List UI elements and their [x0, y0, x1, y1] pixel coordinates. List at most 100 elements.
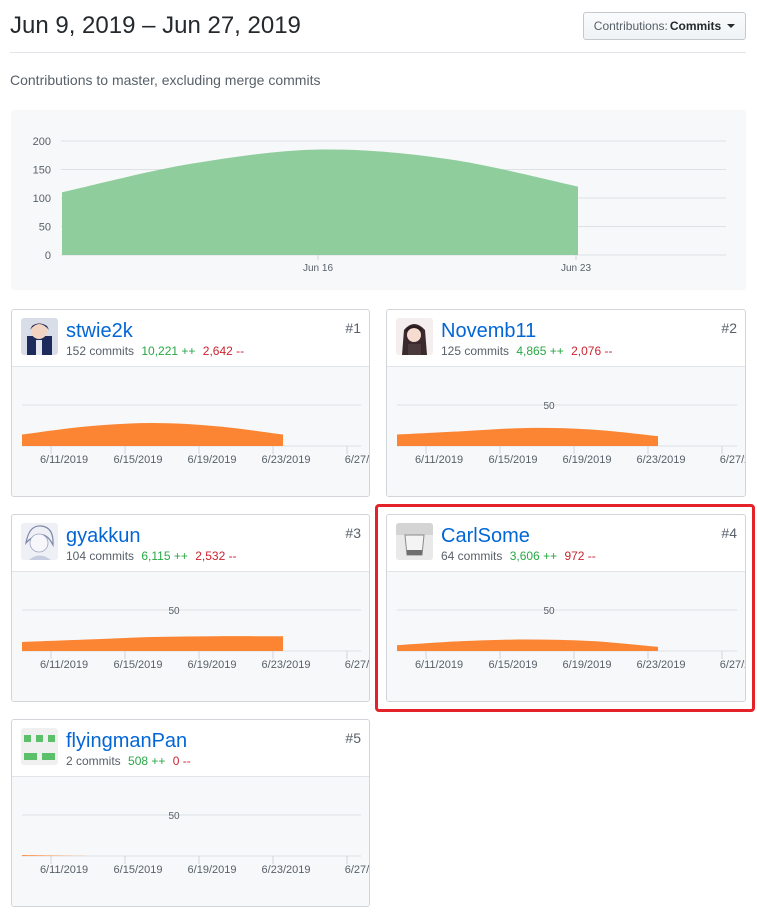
x-tick-label: 6/11/2019 [40, 454, 88, 466]
deletions-count: 972 -- [564, 549, 596, 563]
x-tick-label: 6/23/2019 [262, 659, 311, 671]
dropdown-prefix: Contributions: [593, 19, 668, 33]
contributor-area-series [397, 639, 658, 651]
card-header: flyingmanPan 2 commits 508 ++ 0 -- #5 [12, 720, 369, 777]
x-tick-label: 6/11/2019 [415, 454, 463, 466]
x-tick-label: 6/19/2019 [188, 454, 237, 466]
contributor-rank: #3 [345, 525, 361, 541]
contributor-rank: #1 [345, 320, 361, 336]
contributor-name-link[interactable]: flyingmanPan [66, 730, 187, 753]
commit-count: 104 commits [66, 549, 135, 563]
contributor-card-flyingmanpan: flyingmanPan 2 commits 508 ++ 0 -- #5 50… [11, 719, 370, 907]
contributor-card-novemb11: Novemb11 125 commits 4,865 ++ 2,076 -- #… [386, 309, 746, 497]
contributor-area-series [22, 423, 283, 446]
x-tick-label: 6/19/2019 [563, 454, 612, 466]
contributor-card-carlsome: CarlSome 64 commits 3,606 ++ 972 -- #4 5… [386, 514, 746, 702]
x-tick-label: 6/27/2 [345, 864, 370, 876]
x-tick-label: 6/27/2 [345, 454, 370, 466]
x-tick-label: 6/11/2019 [40, 659, 88, 671]
header-divider [10, 52, 746, 53]
deletions-count: 2,076 -- [571, 344, 613, 358]
contributor-stats: 125 commits 4,865 ++ 2,076 -- [441, 344, 612, 358]
card-header: CarlSome 64 commits 3,606 ++ 972 -- #4 [387, 515, 745, 572]
x-tick-label: 6/23/2019 [262, 864, 311, 876]
additions-count: 4,865 ++ [516, 344, 564, 358]
contributor-rank: #2 [721, 320, 737, 336]
x-tick-label: 6/27/2 [345, 659, 370, 671]
y-tick-label: 50 [543, 606, 555, 617]
anime-character-avatar-icon[interactable] [21, 318, 58, 355]
contributor-rank: #4 [721, 525, 737, 541]
contributor-stats: 152 commits 10,221 ++ 2,642 -- [66, 344, 244, 358]
contributor-stats: 64 commits 3,606 ++ 972 -- [441, 549, 596, 563]
additions-count: 10,221 ++ [141, 344, 196, 358]
contributor-card-stwie2k: stwie2k 152 commits 10,221 ++ 2,642 -- #… [11, 309, 370, 497]
x-tick-label: 6/15/2019 [489, 454, 538, 466]
x-tick-label: 6/15/2019 [489, 659, 538, 671]
x-tick-label: 6/11/2019 [40, 864, 88, 876]
y-tick-label: 50 [543, 401, 555, 412]
card-header: stwie2k 152 commits 10,221 ++ 2,642 -- #… [12, 310, 369, 367]
x-tick-label: Jun 23 [561, 263, 591, 274]
deletions-count: 2,532 -- [195, 549, 237, 563]
y-tick-label: 50 [168, 606, 180, 617]
y-tick-label: 100 [33, 193, 51, 205]
anime-girl-avatar-icon[interactable] [396, 318, 433, 355]
additions-count: 508 ++ [128, 754, 166, 768]
y-tick-label: 50 [168, 811, 180, 822]
caret-down-icon [727, 24, 736, 28]
glass-avatar-icon[interactable] [396, 523, 433, 560]
x-tick-label: 6/19/2019 [188, 659, 237, 671]
x-tick-label: 6/15/2019 [114, 864, 163, 876]
y-tick-label: 50 [39, 222, 51, 234]
contributor-stats: 2 commits 508 ++ 0 -- [66, 754, 191, 768]
commit-count: 152 commits [66, 344, 135, 358]
contributor-name-link[interactable]: Novemb11 [441, 320, 536, 343]
identicon-avatar-icon[interactable] [21, 728, 58, 765]
x-tick-label: 6/23/2019 [637, 659, 686, 671]
y-tick-label: 200 [33, 136, 51, 148]
x-tick-label: 6/19/2019 [563, 659, 612, 671]
page-title: Jun 9, 2019 – Jun 27, 2019 [10, 12, 301, 39]
contributor-name-link[interactable]: CarlSome [441, 525, 530, 548]
commit-count: 2 commits [66, 754, 121, 768]
y-tick-label: 0 [45, 250, 51, 262]
additions-count: 6,115 ++ [141, 549, 188, 563]
contributor-name-link[interactable]: gyakkun [66, 525, 141, 548]
commits-over-time-chart: 0 50 100 150 200 Jun 16 Jun 23 [11, 110, 746, 290]
x-tick-label: 6/23/2019 [637, 454, 686, 466]
card-header: gyakkun 104 commits 6,115 ++ 2,532 -- #3 [12, 515, 369, 572]
contributor-card-gyakkun: gyakkun 104 commits 6,115 ++ 2,532 -- #3… [11, 514, 370, 702]
x-tick-label: Jun 16 [303, 263, 333, 274]
contributor-chart: 6/11/2019 6/15/2019 6/19/2019 6/23/2019 6/27… [12, 367, 369, 496]
commit-count: 64 commits [441, 549, 503, 563]
contributor-chart: 50 6/11/2019 6/15/2019 6/19/2019 6/23/2019 6/… [12, 572, 369, 701]
x-tick-label: 6/27/2 [720, 454, 746, 466]
y-tick-label: 150 [33, 165, 51, 177]
contributor-chart: 50 6/11/2019 6/15/2019 6/19/2019 6/23/2019 6/… [12, 777, 369, 906]
x-tick-label: 6/15/2019 [114, 659, 163, 671]
contributor-chart: 50 6/11/2019 6/15/2019 6/19/2019 6/23/2019 6/… [387, 572, 745, 701]
commits-area-series [62, 149, 578, 255]
contributor-name-link[interactable]: stwie2k [66, 320, 133, 343]
contributions-dropdown-button[interactable]: Contributions: Commits [583, 12, 746, 40]
sketch-portrait-avatar-icon[interactable] [21, 523, 58, 560]
contributor-area-series [397, 427, 658, 446]
contributor-stats: 104 commits 6,115 ++ 2,532 -- [66, 549, 237, 563]
deletions-count: 0 -- [172, 754, 191, 768]
dropdown-value: Commits [669, 19, 722, 33]
x-tick-label: 6/15/2019 [114, 454, 163, 466]
contributor-chart: 50 6/11/2019 6/15/2019 6/19/2019 6/23/2019 6/… [387, 367, 745, 496]
x-tick-label: 6/11/2019 [415, 659, 463, 671]
x-tick-label: 6/27/2 [720, 659, 746, 671]
commit-count: 125 commits [441, 344, 510, 358]
deletions-count: 2,642 -- [202, 344, 245, 358]
contributor-rank: #5 [345, 730, 361, 746]
x-tick-label: 6/19/2019 [188, 864, 237, 876]
contributor-area-series [22, 636, 283, 651]
x-tick-label: 6/23/2019 [262, 454, 311, 466]
main-chart-svg: 0 50 100 150 200 Jun 16 Jun 23 [33, 136, 726, 274]
additions-count: 3,606 ++ [509, 549, 558, 563]
page-subtitle: Contributions to master, excluding merge… [10, 72, 321, 88]
card-header: Novemb11 125 commits 4,865 ++ 2,076 -- #… [387, 310, 745, 367]
